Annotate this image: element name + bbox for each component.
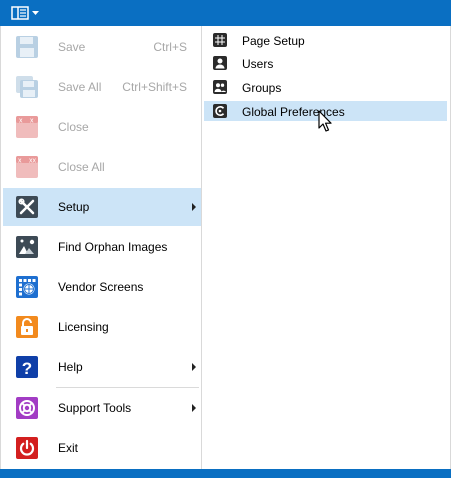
help-icon: ? [16, 356, 38, 378]
menu-divider [56, 387, 199, 388]
menu-item-close[interactable]: x x Close [3, 108, 201, 146]
submenu-item-users[interactable]: Users [204, 53, 447, 73]
menu-item-label: Save All [58, 80, 102, 94]
mouse-pointer-icon [318, 110, 332, 132]
menu-item-label: Support Tools [58, 401, 132, 415]
svg-text:x: x [19, 118, 23, 125]
menu-item-close-all[interactable]: x xx Close All [3, 148, 201, 186]
svg-text:x: x [30, 118, 34, 125]
menu-item-label: Exit [58, 441, 79, 455]
chevron-down-icon [32, 10, 39, 15]
user-icon [213, 56, 227, 70]
menu-item-label: Setup [58, 200, 90, 214]
menu-item-exit[interactable]: Exit [3, 429, 201, 467]
menu-item-label: Close [58, 120, 89, 134]
menu-item-save[interactable]: Save Ctrl+S [3, 28, 201, 66]
tools-icon [16, 196, 38, 218]
power-icon [16, 437, 38, 459]
group-icon [213, 80, 227, 94]
lifebuoy-icon [16, 397, 38, 419]
menu-item-label: Save [58, 40, 86, 54]
menu-item-find-orphan-images[interactable]: Find Orphan Images [3, 228, 201, 266]
status-bar [0, 469, 451, 478]
submenu-item-groups[interactable]: Groups [204, 77, 447, 97]
shortcut-label: Ctrl+Shift+S [122, 80, 187, 94]
menu-item-label: Find Orphan Images [58, 240, 168, 254]
svg-text:?: ? [22, 359, 32, 378]
menu-item-label: Vendor Screens [58, 280, 144, 294]
close-all-icon: x xx [16, 156, 38, 178]
save-icon [16, 36, 38, 58]
application-menu: Save Ctrl+S Save All Ctrl+Shift+S x x Cl… [0, 26, 202, 469]
vendor-grid-icon [16, 276, 38, 298]
menu-item-help[interactable]: ? Help [3, 348, 201, 386]
menu-item-licensing[interactable]: Licensing [3, 308, 201, 346]
svg-text:x: x [18, 158, 22, 165]
svg-text:xx: xx [29, 158, 37, 165]
submenu-arrow-icon [192, 363, 196, 371]
global-preferences-icon [213, 104, 227, 118]
title-bar [0, 0, 451, 26]
menu-item-vendor-screens[interactable]: Vendor Screens [3, 268, 201, 306]
menu-item-label: Help [58, 360, 83, 374]
submenu-item-page-setup[interactable]: Page Setup [204, 30, 447, 50]
menu-item-save-all[interactable]: Save All Ctrl+Shift+S [3, 68, 201, 106]
app-menu-button[interactable] [11, 3, 45, 23]
page-setup-icon [213, 33, 227, 47]
shortcut-label: Ctrl+S [153, 40, 187, 54]
submenu-arrow-icon [192, 404, 196, 412]
find-images-icon [16, 236, 38, 258]
submenu-arrow-icon [192, 203, 196, 211]
menu-item-label: Licensing [58, 320, 109, 334]
submenu-item-label: Users [242, 57, 274, 71]
submenu-item-label: Page Setup [242, 34, 305, 48]
menu-item-support-tools[interactable]: Support Tools [3, 389, 201, 427]
menu-item-label: Close All [58, 160, 105, 174]
save-all-icon [16, 76, 38, 98]
setup-submenu: Page Setup Users Groups Global Preferenc… [202, 26, 451, 469]
menu-item-setup[interactable]: Setup [3, 188, 201, 226]
close-document-icon: x x [16, 116, 38, 138]
submenu-item-label: Groups [242, 81, 282, 95]
menu-book-icon [11, 6, 29, 20]
lock-icon [16, 316, 38, 338]
